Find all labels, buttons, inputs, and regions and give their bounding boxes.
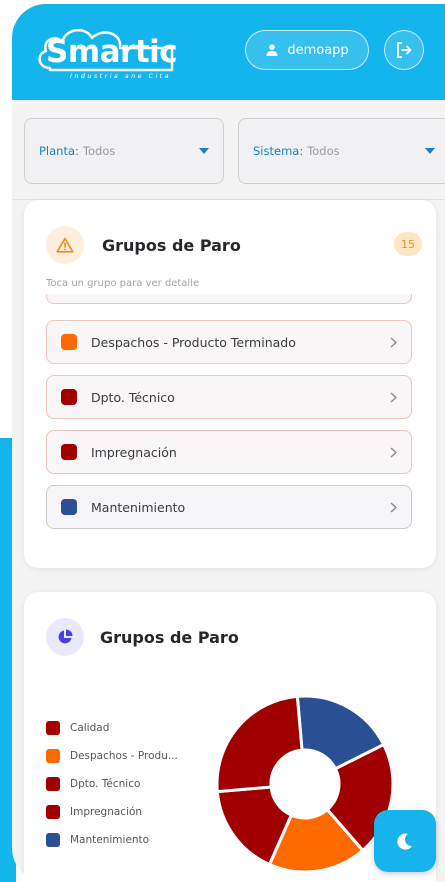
smartic-logo: Smartic Industria ane Cita <box>32 18 182 84</box>
legend-swatch <box>46 805 60 819</box>
warning-icon-badge <box>46 226 84 264</box>
theme-toggle-button[interactable] <box>374 810 436 872</box>
color-swatch <box>61 499 77 515</box>
pie-chart-icon <box>58 629 73 644</box>
donut-slice-0[interactable] <box>215 694 304 794</box>
group-item-dpto-tecnico[interactable]: Dpto. Técnico <box>46 375 412 419</box>
legend-label: Despachos - Produ... <box>70 750 178 762</box>
group-item-label: Mantenimiento <box>91 499 186 515</box>
legend-label: Mantenimiento <box>70 834 150 846</box>
color-swatch <box>61 444 77 460</box>
person-icon <box>266 44 278 56</box>
legend-item: Calidad <box>46 714 178 742</box>
groups-card-title: Grupos de Paro <box>102 236 241 255</box>
legend-swatch <box>46 749 60 763</box>
planta-select[interactable]: Planta: Todos <box>24 118 224 184</box>
logo-text: Smartic <box>46 34 178 70</box>
group-item-label: Impregnación <box>91 444 177 460</box>
user-name: demoapp <box>287 42 349 58</box>
sistema-label: Sistema: <box>253 144 304 158</box>
caret-down-icon <box>199 148 209 154</box>
user-button[interactable]: demoapp <box>245 30 369 70</box>
legend-item: Impregnación <box>46 798 178 826</box>
group-item-despachos[interactable]: Despachos - Producto Terminado <box>46 320 412 364</box>
chevron-right-icon <box>390 501 397 513</box>
legend-label: Dpto. Técnico <box>70 778 141 790</box>
chevron-right-icon <box>390 336 397 348</box>
legend-label: Impregnación <box>70 806 143 818</box>
legend-item: Mantenimiento <box>46 826 178 854</box>
pie-chart-icon-badge <box>46 618 84 656</box>
logout-icon <box>397 42 412 58</box>
group-item-mantenimiento[interactable]: Mantenimiento <box>46 485 412 529</box>
app-bar: Smartic Industria ane Cita demoapp <box>12 4 445 100</box>
logo-tagline: Industria ane Cita <box>70 72 171 80</box>
group-list: Despachos - Producto Terminado Dpto. Téc… <box>46 294 412 544</box>
legend-item: Despachos - Produ... <box>46 742 178 770</box>
legend-label: Calidad <box>70 722 110 734</box>
legend-swatch <box>46 833 60 847</box>
groups-count-badge: 15 <box>394 232 422 256</box>
legend-swatch <box>46 777 60 791</box>
chart-legend: Calidad Despachos - Produ... Dpto. Técni… <box>46 714 178 854</box>
group-item-label: Dpto. Técnico <box>91 389 175 405</box>
phone-screen: Smartic Industria ane Cita demoapp Plant… <box>12 4 445 882</box>
chevron-right-icon <box>390 391 397 403</box>
chart-card-title: Grupos de Paro <box>100 628 239 647</box>
planta-value: Todos <box>82 144 116 158</box>
warning-icon <box>56 237 74 253</box>
list-item[interactable] <box>46 294 412 304</box>
sistema-select[interactable]: Sistema: Todos <box>238 118 445 184</box>
groups-hint: Toca un grupo para ver detalle <box>46 278 200 289</box>
color-swatch <box>61 389 77 405</box>
moon-icon <box>397 833 412 850</box>
legend-item: Dpto. Técnico <box>46 770 178 798</box>
sistema-value: Todos <box>307 144 340 158</box>
color-swatch <box>61 334 77 350</box>
group-item-label: Despachos - Producto Terminado <box>91 334 296 350</box>
group-item-impregnacion[interactable]: Impregnación <box>46 430 412 474</box>
legend-swatch <box>46 721 60 735</box>
logout-button[interactable] <box>384 30 424 70</box>
filter-bar: Planta: Todos Sistema: Todos <box>12 100 445 200</box>
planta-label: Planta: <box>39 144 79 158</box>
chevron-right-icon <box>390 446 397 458</box>
groups-card: Grupos de Paro 15 Toca un grupo para ver… <box>24 200 436 568</box>
caret-down-icon <box>425 148 435 154</box>
